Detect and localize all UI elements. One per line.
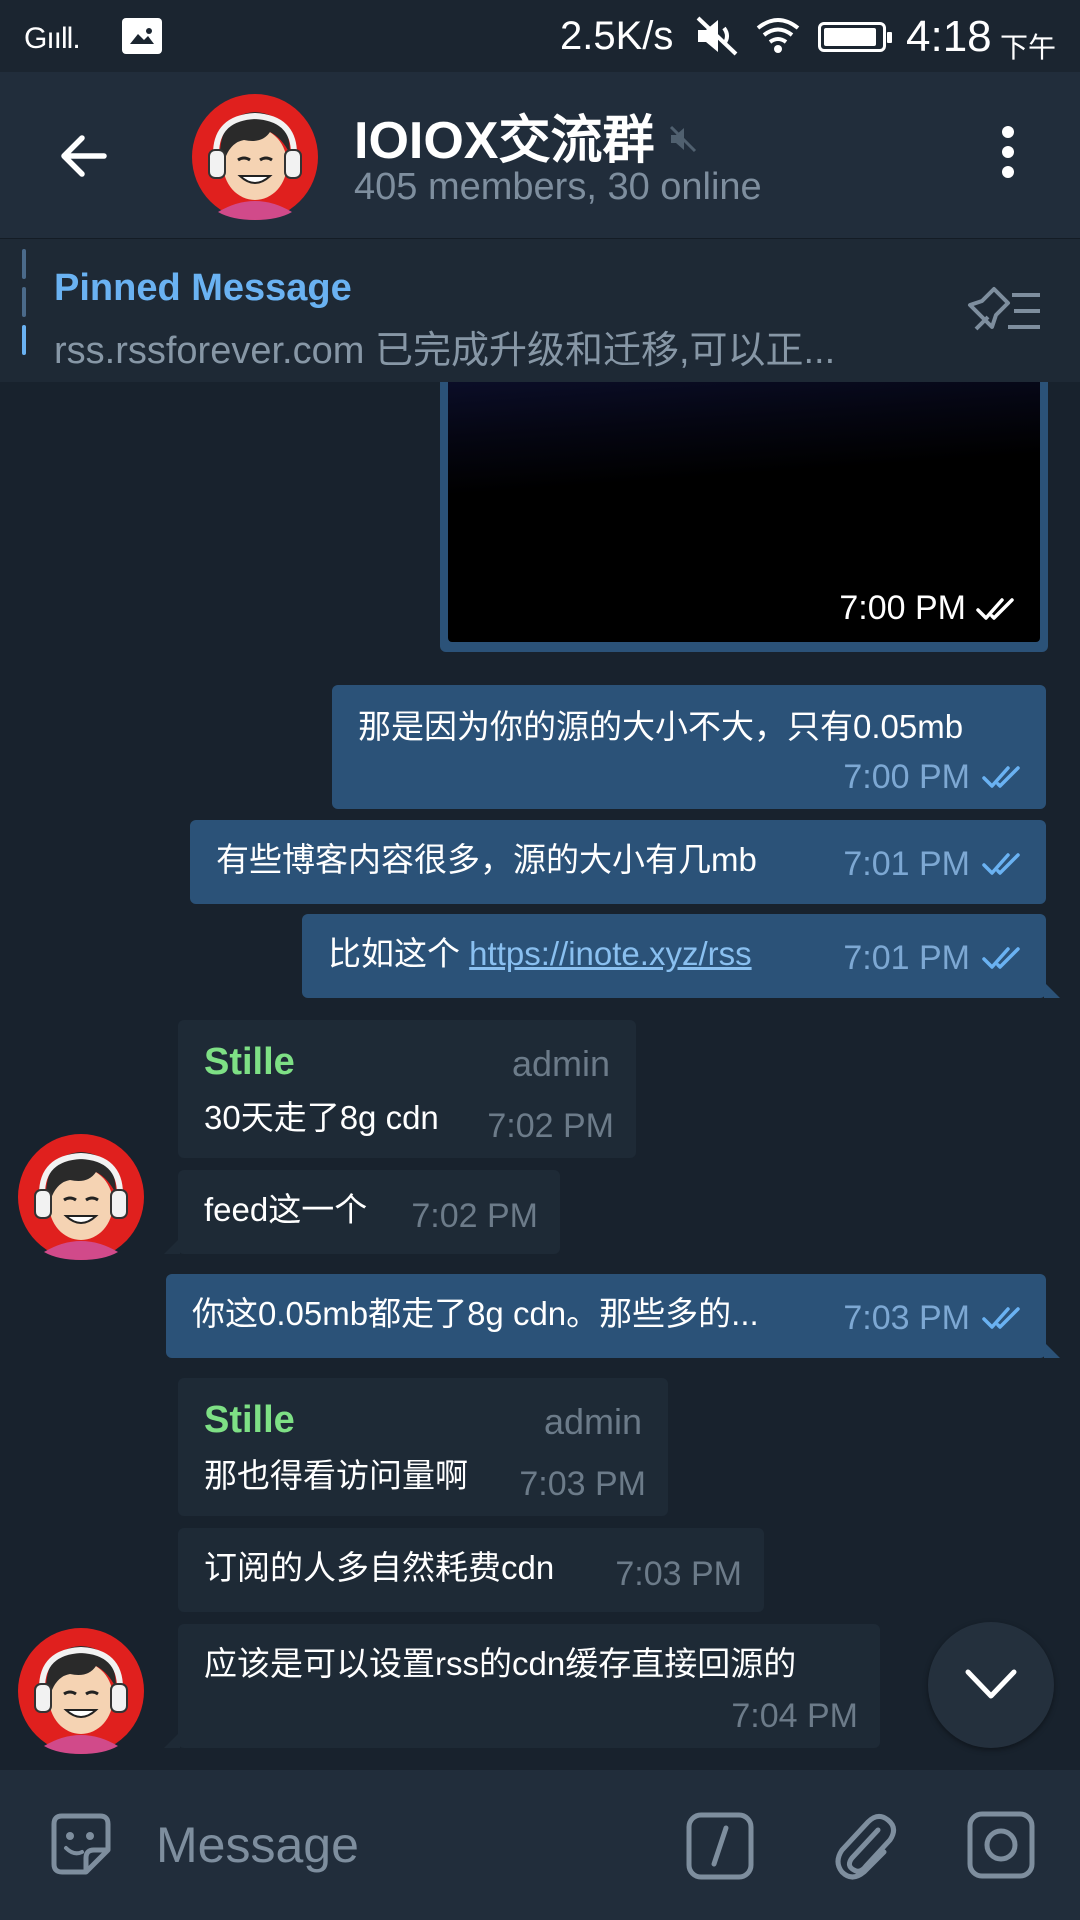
pinned-text: rss.rssforever.com 已完成升级和迁移,可以正... (54, 330, 836, 372)
message-bubble-incoming[interactable]: feed这一个 7:02 PM (164, 1170, 560, 1254)
message-text: 30天走了8g cdn (204, 1099, 439, 1136)
clock-ampm: 下午 (1000, 32, 1057, 63)
sender-role: admin (543, 1401, 642, 1442)
message-text: 那也得看访问量啊 (204, 1457, 468, 1494)
bot-command-button[interactable] (686, 1812, 754, 1880)
chat-title-row[interactable]: IOIOX交流群 (354, 98, 698, 173)
user-avatar[interactable] (18, 1628, 144, 1754)
network-speed: 2.5K/s (560, 14, 674, 58)
time-text: 7:01 PM (843, 845, 970, 883)
battery-icon (818, 22, 892, 52)
sender-name[interactable]: Stille (204, 1398, 295, 1442)
wifi-icon (754, 16, 802, 59)
paperclip-icon (835, 1814, 896, 1880)
message-time: 7:03 PM (615, 1555, 742, 1593)
back-button[interactable] (52, 124, 116, 188)
message-input-bar (0, 1770, 1080, 1920)
scroll-to-bottom-button[interactable] (928, 1622, 1054, 1748)
message-time: 7:00 PM (843, 755, 1026, 799)
message-time: 7:03 PM (519, 1465, 646, 1503)
message-time: 7:03 PM (843, 1296, 1026, 1340)
gallery-notification-icon (122, 18, 162, 54)
sticker-button[interactable] (46, 1810, 116, 1880)
message-bubble-incoming[interactable]: Stille admin 那也得看访问量啊 7:03 PM (178, 1378, 668, 1516)
kebab-menu-button[interactable] (994, 126, 1022, 186)
attach-button[interactable] (832, 1808, 898, 1882)
message-link[interactable]: https://inote.xyz/rss (469, 935, 751, 972)
double-check-icon (982, 764, 1026, 790)
message-text: 应该是可以设置rss的cdn缓存直接回源的 (204, 1645, 797, 1682)
camera-button[interactable] (966, 1810, 1036, 1880)
message-text-prefix: 比如这个 (328, 935, 470, 972)
user-avatar[interactable] (18, 1134, 144, 1260)
sticker-icon (51, 1813, 111, 1875)
message-time: 7:02 PM (487, 1107, 614, 1145)
pin-list-icon (968, 287, 1040, 331)
chevron-down-icon (965, 1669, 1017, 1699)
message-list[interactable]: 7:00 PM 那是因为你的源的大小不大，只有0.05mb 7:00 PM 有些… (0, 382, 1080, 1770)
media-message[interactable]: 7:00 PM (440, 382, 1048, 652)
message-time: 7:02 PM (411, 1197, 538, 1235)
message-text: 比如这个 https://inote.xyz/rss (328, 932, 752, 976)
message-bubble-incoming[interactable]: 应该是可以设置rss的cdn缓存直接回源的 7:04 PM (164, 1624, 880, 1748)
double-check-icon (982, 1305, 1026, 1331)
message-text: 你这0.05mb都走了8g cdn。那些多的... (192, 1295, 759, 1332)
time-text: 7:01 PM (843, 939, 970, 977)
arrow-left-icon (61, 135, 107, 177)
message-text: 那是因为你的源的大小不大，只有0.05mb (358, 708, 964, 745)
message-time: 7:04 PM (731, 1697, 858, 1735)
signal-icon: Gııll. (24, 22, 81, 55)
double-check-icon (982, 851, 1026, 877)
pinned-message-bar[interactable]: Pinned Message rss.rssforever.com 已完成升级和… (0, 238, 1080, 382)
message-bubble-outgoing[interactable]: 你这0.05mb都走了8g cdn。那些多的... 7:03 PM (166, 1274, 1060, 1358)
message-text: 订阅的人多自然耗费cdn (204, 1549, 555, 1586)
time-text: 7:00 PM (843, 758, 970, 796)
double-check-icon (982, 945, 1026, 971)
slash-command-icon (686, 1812, 754, 1880)
message-text: feed这一个 (204, 1191, 368, 1228)
chat-title: IOIOX交流群 (354, 112, 655, 170)
menu-dot (1002, 166, 1014, 178)
message-bubble-outgoing[interactable]: 那是因为你的源的大小不大，只有0.05mb 7:00 PM (332, 685, 1046, 809)
message-bubble-outgoing[interactable]: 有些博客内容很多，源的大小有几mb 7:01 PM (190, 820, 1046, 904)
message-bubble-incoming[interactable]: Stille admin 30天走了8g cdn 7:02 PM (178, 1020, 636, 1158)
time-text: 7:00 PM (839, 589, 966, 627)
message-text: 有些博客内容很多，源的大小有几mb (216, 841, 757, 878)
message-time: 7:00 PM (839, 589, 1020, 628)
clock-time: 4:18 (906, 12, 992, 61)
menu-dot (1002, 146, 1014, 158)
chat-header: IOIOX交流群 405 members, 30 online (0, 72, 1080, 238)
message-input[interactable] (156, 1812, 636, 1878)
message-time: 7:01 PM (843, 842, 1026, 886)
status-bar: Gııll. 2.5K/s 4:18 下午 (0, 0, 1080, 72)
menu-dot (1002, 126, 1014, 138)
message-time: 7:01 PM (843, 936, 1026, 980)
members-subtitle: 405 members, 30 online (354, 166, 762, 208)
sender-name[interactable]: Stille (204, 1040, 295, 1084)
message-bubble-incoming[interactable]: 订阅的人多自然耗费cdn 7:03 PM (178, 1528, 764, 1612)
double-check-icon (976, 596, 1020, 622)
message-bubble-outgoing[interactable]: 比如这个 https://inote.xyz/rss 7:01 PM (302, 914, 1060, 998)
group-avatar[interactable] (192, 94, 318, 220)
pin-list-button[interactable] (962, 283, 1046, 339)
battery-level (824, 28, 876, 46)
mute-icon (694, 14, 740, 63)
camera-icon (967, 1811, 1035, 1879)
muted-speaker-icon (670, 125, 697, 152)
pinned-label: Pinned Message (54, 267, 352, 309)
time-text: 7:03 PM (843, 1299, 970, 1337)
sender-role: admin (511, 1043, 610, 1084)
